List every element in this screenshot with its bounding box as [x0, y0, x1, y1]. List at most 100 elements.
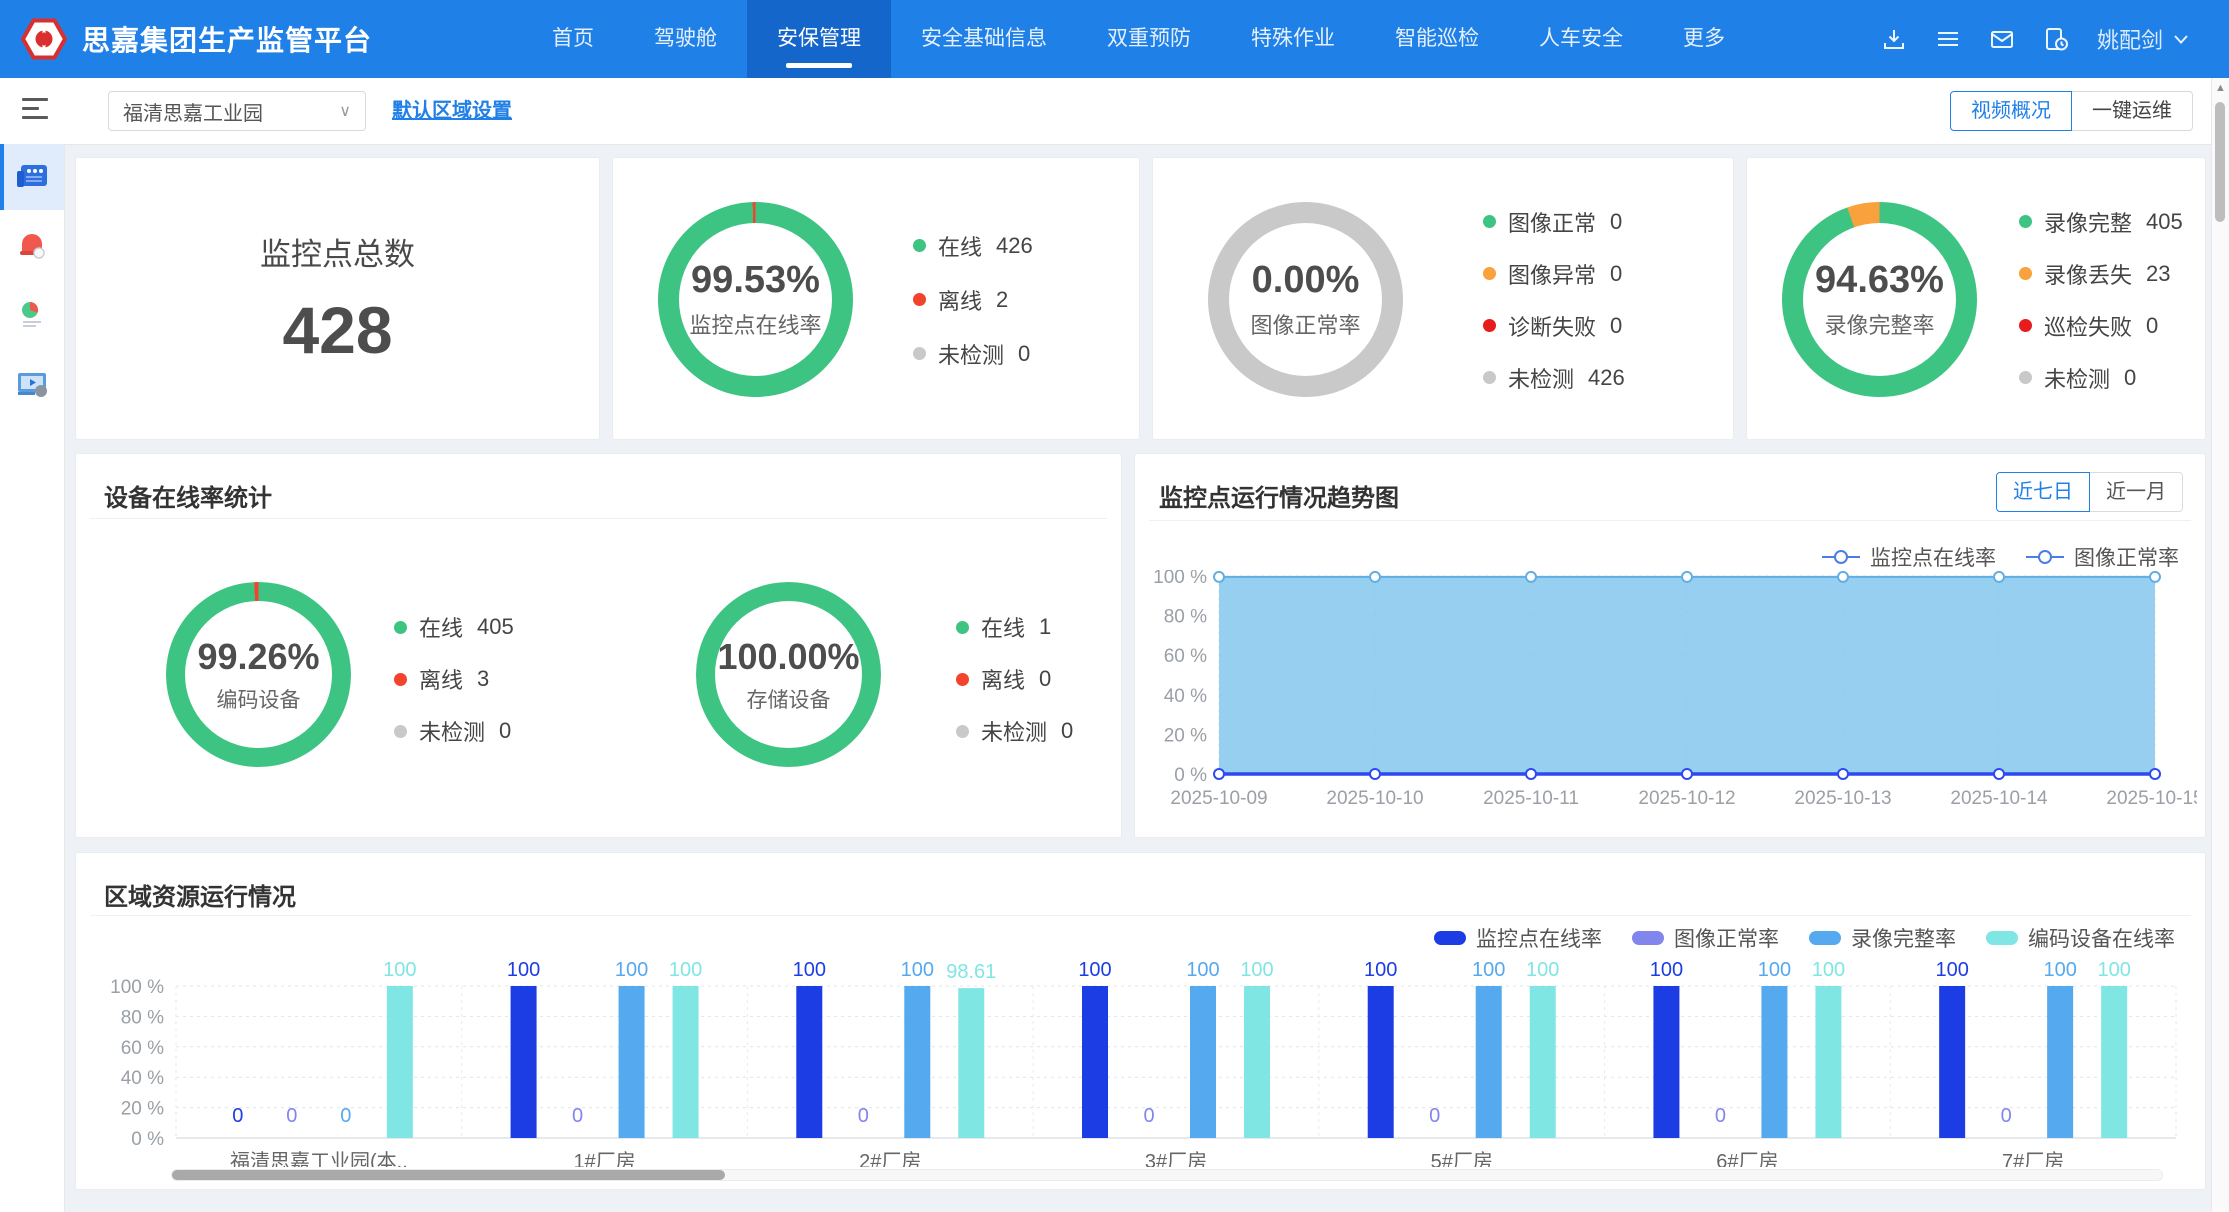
task-list-icon[interactable]: [1935, 26, 1961, 52]
legend-value: 426: [996, 233, 1033, 259]
legend-dot: [1483, 215, 1496, 228]
legend-dot: [2019, 371, 2032, 384]
svg-text:100: 100: [383, 959, 416, 981]
legend-label: 离线: [938, 284, 982, 316]
legend-item[interactable]: 监控点在线率: [1822, 542, 1996, 572]
horizontal-scrollbar-thumb[interactable]: [172, 1170, 725, 1180]
legend-label: 离线: [419, 663, 463, 695]
legend-dot: [2019, 267, 2032, 280]
svg-text:100 %: 100 %: [1153, 570, 1207, 588]
total-monitoring-points-card: 监控点总数 428: [75, 157, 600, 440]
nav-item-6[interactable]: 智能巡检: [1365, 0, 1509, 78]
nav-item-3[interactable]: 安全基础信息: [891, 0, 1077, 78]
legend-value: 0: [1039, 666, 1051, 692]
log-history-icon[interactable]: [2043, 26, 2069, 52]
panel-title: 区域资源运行情况: [104, 877, 296, 912]
message-icon[interactable]: [1989, 26, 2015, 52]
total-card-title: 监控点总数: [260, 229, 415, 274]
svg-text:100: 100: [1812, 959, 1845, 981]
donut-label: 存储设备: [747, 684, 831, 714]
video-overview-button[interactable]: 视频概况: [1950, 91, 2072, 131]
vertical-scrollbar-thumb[interactable]: [2215, 102, 2225, 222]
toolbar-buttons: 视频概况 一键运维: [1950, 91, 2193, 131]
svg-text:2025-10-13: 2025-10-13: [1794, 788, 1891, 809]
svg-text:0 %: 0 %: [131, 1129, 164, 1150]
svg-text:20 %: 20 %: [121, 1099, 164, 1120]
legend-swatch: [1434, 931, 1466, 945]
nav-item-5[interactable]: 特殊作业: [1221, 0, 1365, 78]
legend-value: 23: [2146, 261, 2170, 287]
legend-item: 录像丢失23: [2019, 258, 2183, 290]
legend-item: 在线1: [956, 611, 1073, 643]
legend-dot: [394, 673, 407, 686]
legend-dot: [1483, 371, 1496, 384]
svg-text:3#厂房: 3#厂房: [1145, 1150, 1207, 1167]
legend-item[interactable]: 图像正常率: [2026, 542, 2179, 572]
nav-item-2[interactable]: 安保管理: [747, 0, 891, 78]
legend-value: 0: [1610, 261, 1622, 287]
download-icon[interactable]: [1881, 26, 1907, 52]
user-menu[interactable]: 姚配剑: [2097, 23, 2189, 55]
nav-item-7[interactable]: 人车安全: [1509, 0, 1653, 78]
svg-text:0: 0: [1143, 1105, 1154, 1127]
divider: [90, 518, 1107, 519]
nav-item-0[interactable]: 首页: [522, 0, 624, 78]
sidebar-item-video-playback[interactable]: [0, 351, 64, 417]
legend-dot: [913, 293, 926, 306]
legend-label: 图像正常: [1508, 206, 1596, 238]
nav-item-4[interactable]: 双重预防: [1077, 0, 1221, 78]
donut-legend: 在线1离线0未检测0: [956, 564, 1073, 794]
svg-text:0: 0: [340, 1105, 351, 1127]
donut-chart: 99.26%编码设备: [166, 582, 351, 767]
image-normal-rate-card: 0.00%图像正常率图像正常0图像异常0诊断失败0未检测426: [1152, 157, 1734, 440]
sidebar-item-report[interactable]: [0, 282, 64, 348]
legend-value: 0: [2124, 365, 2136, 391]
legend-dot: [1483, 267, 1496, 280]
legend-item: 在线426: [913, 230, 1033, 262]
region-select[interactable]: 福清思嘉工业园 ∨: [108, 91, 366, 131]
horizontal-scrollbar[interactable]: [171, 1169, 2163, 1181]
svg-text:98.61: 98.61: [946, 961, 996, 983]
panel-title: 设备在线率统计: [104, 478, 272, 513]
report-chart-icon: [17, 300, 47, 330]
donut-percent: 99.53%: [691, 259, 820, 302]
trend-chart-legend: 监控点在线率图像正常率: [1822, 542, 2179, 572]
svg-text:80 %: 80 %: [1164, 607, 1207, 628]
scroll-up-arrow-icon[interactable]: ▲: [2212, 78, 2229, 98]
svg-text:100: 100: [2043, 959, 2076, 981]
svg-text:0: 0: [286, 1105, 297, 1127]
one-key-ops-button[interactable]: 一键运维: [2072, 91, 2193, 131]
app-title: 思嘉集团生产监管平台: [82, 19, 372, 59]
svg-text:100: 100: [1526, 959, 1559, 981]
svg-text:100: 100: [615, 959, 648, 981]
main-nav: 首页驾驶舱安保管理安全基础信息双重预防特殊作业智能巡检人车安全更多: [522, 0, 1755, 78]
default-region-settings-link[interactable]: 默认区域设置: [392, 78, 512, 144]
vertical-scrollbar[interactable]: ▲: [2211, 78, 2229, 1212]
svg-text:0: 0: [1715, 1105, 1726, 1127]
range-tab-0[interactable]: 近七日: [1996, 472, 2090, 512]
svg-text:100: 100: [1650, 959, 1683, 981]
legend-label: 诊断失败: [1508, 310, 1596, 342]
nav-item-1[interactable]: 驾驶舱: [624, 0, 747, 78]
donut-label: 监控点在线率: [689, 308, 821, 340]
svg-text:1#厂房: 1#厂房: [573, 1150, 635, 1167]
donut-label: 录像完整率: [1824, 308, 1934, 340]
legend-value: 0: [1610, 209, 1622, 235]
collapse-menu-icon[interactable]: [22, 98, 48, 122]
left-sidebar: [0, 144, 65, 1212]
online-rate-card: 99.53%监控点在线率在线426离线2未检测0: [612, 157, 1140, 440]
nav-item-8[interactable]: 更多: [1653, 0, 1755, 78]
legend-dot: [2019, 215, 2032, 228]
legend-label: 未检测: [981, 715, 1047, 747]
legend-value: 405: [2146, 209, 2183, 235]
svg-text:100: 100: [1240, 959, 1273, 981]
device-online-rate-panel: 设备在线率统计 99.26%编码设备在线405离线3未检测0100.00%存储设…: [75, 453, 1122, 838]
legend-dot: [956, 621, 969, 634]
svg-text:100: 100: [793, 959, 826, 981]
sidebar-item-video-wall[interactable]: [0, 144, 64, 210]
sidebar-item-alarm[interactable]: [0, 213, 64, 279]
legend-dot: [956, 725, 969, 738]
legend-label: 图像异常: [1508, 258, 1596, 290]
legend-item: 录像完整405: [2019, 206, 2183, 238]
range-tab-1[interactable]: 近一月: [2090, 472, 2183, 512]
